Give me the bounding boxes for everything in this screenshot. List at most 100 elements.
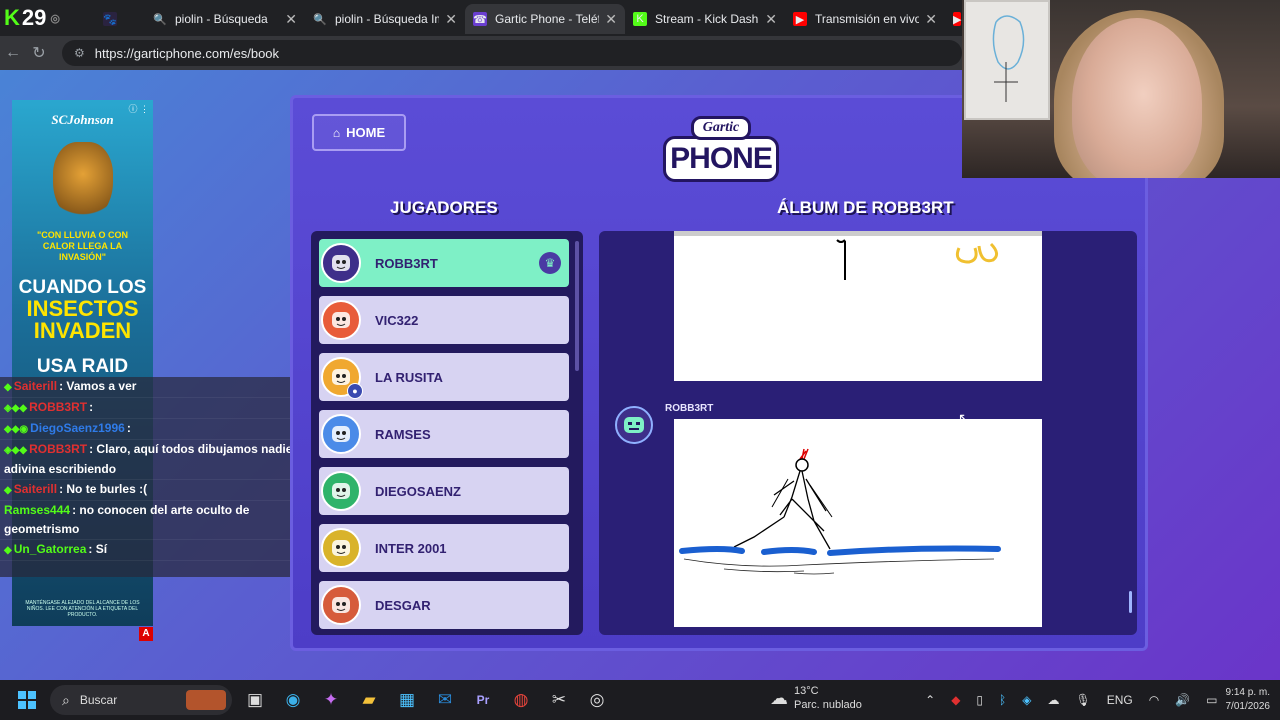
premiere-icon[interactable]: Pr — [464, 680, 502, 720]
player-status-icon: ● — [347, 383, 363, 399]
weather-temp: 13°C — [794, 685, 819, 697]
tab-close-icon[interactable]: ✕ — [285, 11, 297, 28]
tab-favicon-icon: ☎ — [473, 12, 487, 26]
ad-info-icon[interactable]: ⓘ ⋮ — [128, 102, 149, 115]
capcut-icon[interactable]: ✂ — [540, 680, 578, 720]
chevron-up-icon[interactable]: ⌃ — [925, 693, 935, 707]
chat-badge-icon: ◆◆◉ — [4, 424, 29, 435]
ad-headline-3: USA RAID — [36, 356, 129, 377]
edge-icon[interactable]: ◉ — [274, 680, 312, 720]
battery-icon[interactable]: ▭ — [1206, 693, 1217, 707]
clock-time: 9:14 p. m. — [1225, 687, 1270, 698]
ad-bubble-text: "CON LLUVIA O CON CALOR LLEGA LA INVASIÓ… — [37, 230, 128, 262]
player-name: DESGAR — [375, 597, 431, 613]
gartic-phone-logo: PHONE Gartic — [663, 116, 779, 186]
browser-tab[interactable]: 🐾 — [95, 4, 145, 34]
players-title: JUGADORES — [390, 198, 498, 217]
home-icon: ⌂ — [332, 125, 341, 140]
chat-message: Ramses444: no conocen del arte oculto de… — [0, 501, 314, 540]
mosquito-illustration — [52, 142, 113, 222]
browser-tab[interactable]: 🔍 piolin - Búsqueda ✕ — [145, 4, 305, 34]
reload-icon[interactable]: ↻ — [26, 43, 52, 63]
obs-icon[interactable]: ◎ — [578, 680, 616, 720]
tab-title: Gartic Phone - Teléfono — [495, 12, 599, 26]
chat-message: ◆ Un_Gatorrea: Sí — [0, 540, 314, 561]
browser-tab[interactable]: ▶ Transmisión en vivo - Yo ✕ — [785, 4, 945, 34]
player-avatar — [321, 300, 361, 340]
wifi-icon[interactable]: ◠ — [1149, 693, 1159, 707]
chat-badge-icon: ◆ — [4, 545, 12, 556]
file-explorer-icon[interactable]: ▰ — [350, 680, 388, 720]
player-row[interactable]: DIEGOSAENZ — [319, 467, 569, 515]
chrome-icon[interactable]: ◍ — [502, 680, 540, 720]
album-drawing-1 — [674, 231, 1042, 381]
defender-icon[interactable]: ◈ — [1022, 693, 1031, 707]
album-author-avatar — [615, 406, 653, 444]
chat-text: : — [89, 400, 94, 414]
viewer-count-value: 29 — [21, 5, 47, 30]
outlook-icon[interactable]: ✉ — [426, 680, 464, 720]
player-avatar — [321, 528, 361, 568]
bluetooth-icon[interactable]: ᛒ — [999, 693, 1006, 707]
windows-start-icon[interactable] — [8, 680, 46, 720]
store-icon[interactable]: ▦ — [388, 680, 426, 720]
chat-badge-icon: ◈◆◆ — [4, 445, 28, 456]
taskbar-search[interactable]: ⌕ Buscar — [50, 685, 232, 715]
back-icon[interactable]: ← — [0, 44, 26, 62]
chat-message: ◆ Saiterill: Vamos a ver — [0, 377, 314, 398]
chat-username: DiegoSaenz1996 — [30, 421, 125, 435]
tab-title: piolin - Búsqueda — [175, 12, 268, 26]
home-button[interactable]: ⌂ HOME — [312, 114, 406, 151]
players-scrollbar[interactable] — [575, 241, 579, 371]
player-row[interactable]: ROBB3RT ♛ — [319, 239, 569, 287]
network-app-icon[interactable]: ☁ — [1047, 693, 1059, 707]
chat-username: Ramses444 — [4, 503, 71, 517]
url-field[interactable]: ⚙ https://garticphone.com/es/book — [62, 40, 962, 66]
chat-text: : Vamos a ver — [59, 379, 137, 393]
chat-text: : — [126, 421, 131, 435]
player-row[interactable]: VIC322 — [319, 296, 569, 344]
security-shield-icon[interactable]: ◆ — [951, 693, 960, 707]
drawing-2-canvas — [679, 448, 1001, 575]
chat-username: Saiterill — [13, 482, 58, 496]
language-indicator[interactable]: ENG — [1107, 693, 1133, 707]
site-info-icon[interactable]: ⚙ — [74, 46, 85, 60]
clock[interactable]: 9:14 p. m. 7/01/2026 — [1226, 686, 1271, 714]
chat-message: ◆◆◉ DiegoSaenz1996: — [0, 419, 314, 440]
browser-tab[interactable]: ☎ Gartic Phone - Teléfono ✕ — [465, 4, 625, 34]
search-highlight-image — [186, 690, 226, 710]
player-row[interactable]: RAMSES — [319, 410, 569, 458]
logo-phone-text: PHONE — [663, 136, 779, 182]
copilot-icon[interactable]: ✦ — [312, 680, 350, 720]
usb-icon[interactable]: ▯ — [976, 693, 983, 707]
browser-tab[interactable]: 🔍 piolin - Búsqueda Imág ✕ — [305, 4, 465, 34]
volume-icon[interactable]: 🔊 — [1175, 693, 1190, 707]
microphone-icon[interactable]: 🎙 — [1075, 693, 1090, 707]
browser-tab[interactable]: K Stream - Kick Dashboar ✕ — [625, 4, 785, 34]
search-icon: ⌕ — [62, 691, 70, 708]
mouse-cursor-icon: ↖ — [958, 410, 970, 426]
album-scrollbar[interactable] — [1129, 591, 1132, 613]
tab-close-icon[interactable]: ✕ — [925, 11, 937, 28]
viewer-count: K 29 ◎ — [0, 0, 95, 36]
players-list: ROBB3RT ♛ VIC322 ● LA RUSITA RAMSES DIEGOSAENZ… — [311, 231, 583, 635]
tab-close-icon[interactable]: ✕ — [445, 11, 457, 28]
player-row[interactable]: ● LA RUSITA — [319, 353, 569, 401]
player-name: LA RUSITA — [375, 369, 443, 385]
ad-choices-badge[interactable]: A — [139, 627, 153, 641]
album-drawing-2 — [674, 419, 1042, 627]
tab-close-icon[interactable]: ✕ — [765, 11, 777, 28]
player-name: RAMSES — [375, 426, 431, 442]
tab-close-icon[interactable]: ✕ — [605, 11, 617, 28]
player-row[interactable]: INTER 2001 — [319, 524, 569, 572]
weather-widget[interactable]: ☁ 13°C Parc. nublado — [770, 684, 862, 712]
tab-title: piolin - Búsqueda Imág — [335, 12, 439, 26]
ad-fine-print: MANTÉNGASE ALEJADO DEL ALCANCE DE LOS NI… — [25, 600, 140, 618]
player-avatar — [321, 471, 361, 511]
task-view-icon[interactable]: ▣ — [236, 680, 274, 720]
chat-username: Un_Gatorrea — [13, 542, 87, 556]
album-title: ÁLBUM DE ROBB3RT — [777, 198, 954, 217]
player-row[interactable]: DESGAR — [319, 581, 569, 629]
chat-message: ◈◆◆ ROBB3RT: Claro, aquí todos dibujamos … — [0, 440, 314, 480]
search-label: Buscar — [79, 693, 118, 707]
